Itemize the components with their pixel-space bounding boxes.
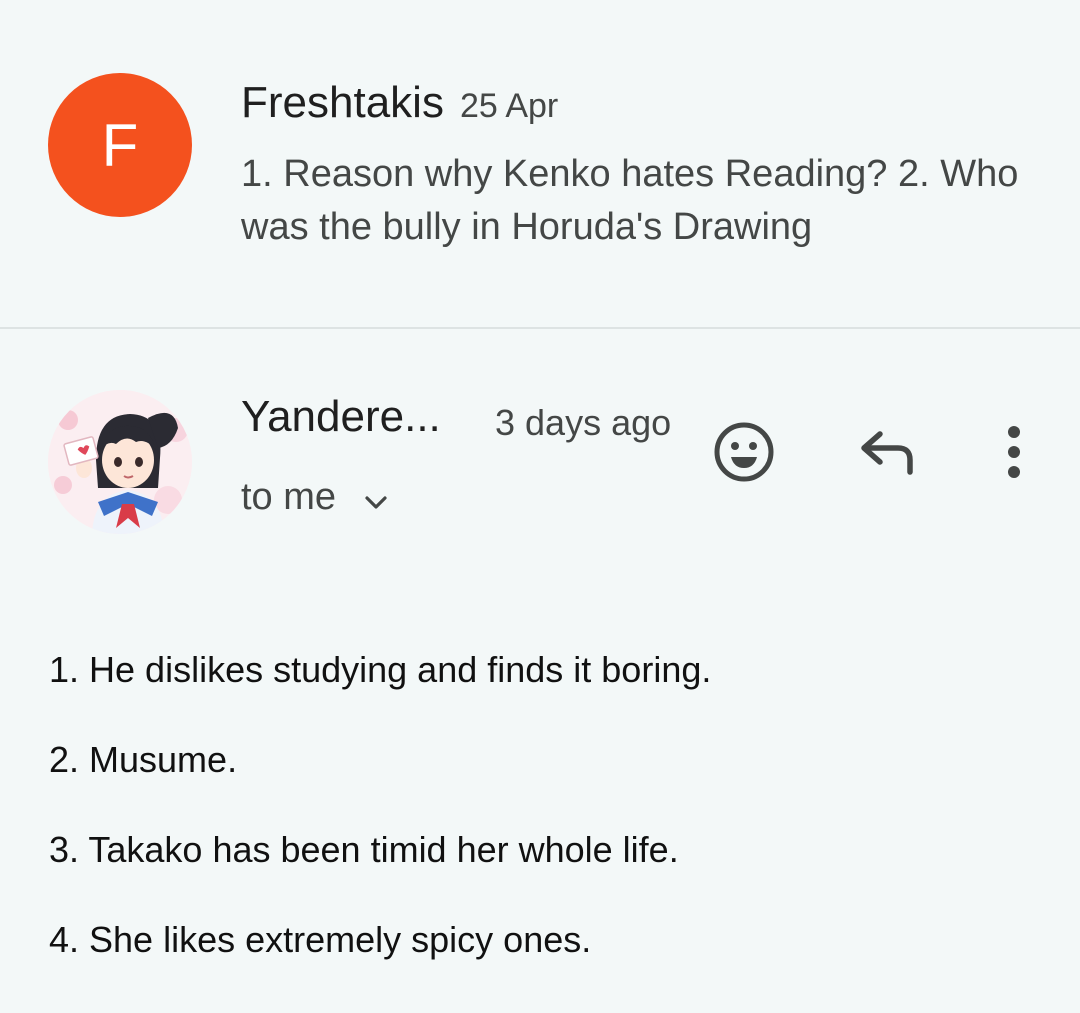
- reply-icon: [858, 428, 918, 481]
- sender-avatar[interactable]: F: [48, 73, 192, 217]
- avatar-letter: F: [101, 111, 139, 179]
- emoji-reaction-icon: [712, 420, 776, 489]
- body-line: 4. She likes extremely spicy ones.: [49, 919, 592, 960]
- recipient-details-toggle[interactable]: to me: [241, 476, 390, 519]
- message-body: 1. He dislikes studying and finds it bor…: [49, 648, 1049, 1008]
- recipient-label: to me: [241, 476, 337, 518]
- sender-name[interactable]: Yandere...: [241, 392, 441, 442]
- more-options-button[interactable]: [990, 418, 1038, 490]
- body-line: 2. Musume.: [49, 739, 238, 780]
- body-line: 3. Takako has been timid her whole life.: [49, 829, 679, 870]
- collapsed-message-header: Freshtakis 25 Apr: [241, 78, 558, 128]
- message-divider: [0, 327, 1080, 329]
- collapsed-message[interactable]: F Freshtakis 25 Apr 1. Reason why Kenko …: [0, 0, 1080, 328]
- message-date: 25 Apr: [459, 87, 559, 125]
- more-vert-icon: [1004, 424, 1024, 485]
- reply-button[interactable]: [850, 418, 926, 490]
- expanded-message: Yandere... 3 days ago to me 1. He dislik…: [0, 330, 1080, 1013]
- message-time: 3 days ago: [495, 402, 672, 443]
- body-line: 1. He dislikes studying and finds it bor…: [49, 649, 712, 690]
- sender-avatar-image[interactable]: [48, 390, 192, 534]
- chevron-down-icon: [362, 484, 390, 512]
- emoji-reaction-button[interactable]: [708, 418, 780, 490]
- sender-name: Freshtakis: [241, 78, 444, 127]
- message-snippet: 1. Reason why Kenko hates Reading? 2. Wh…: [241, 153, 1019, 248]
